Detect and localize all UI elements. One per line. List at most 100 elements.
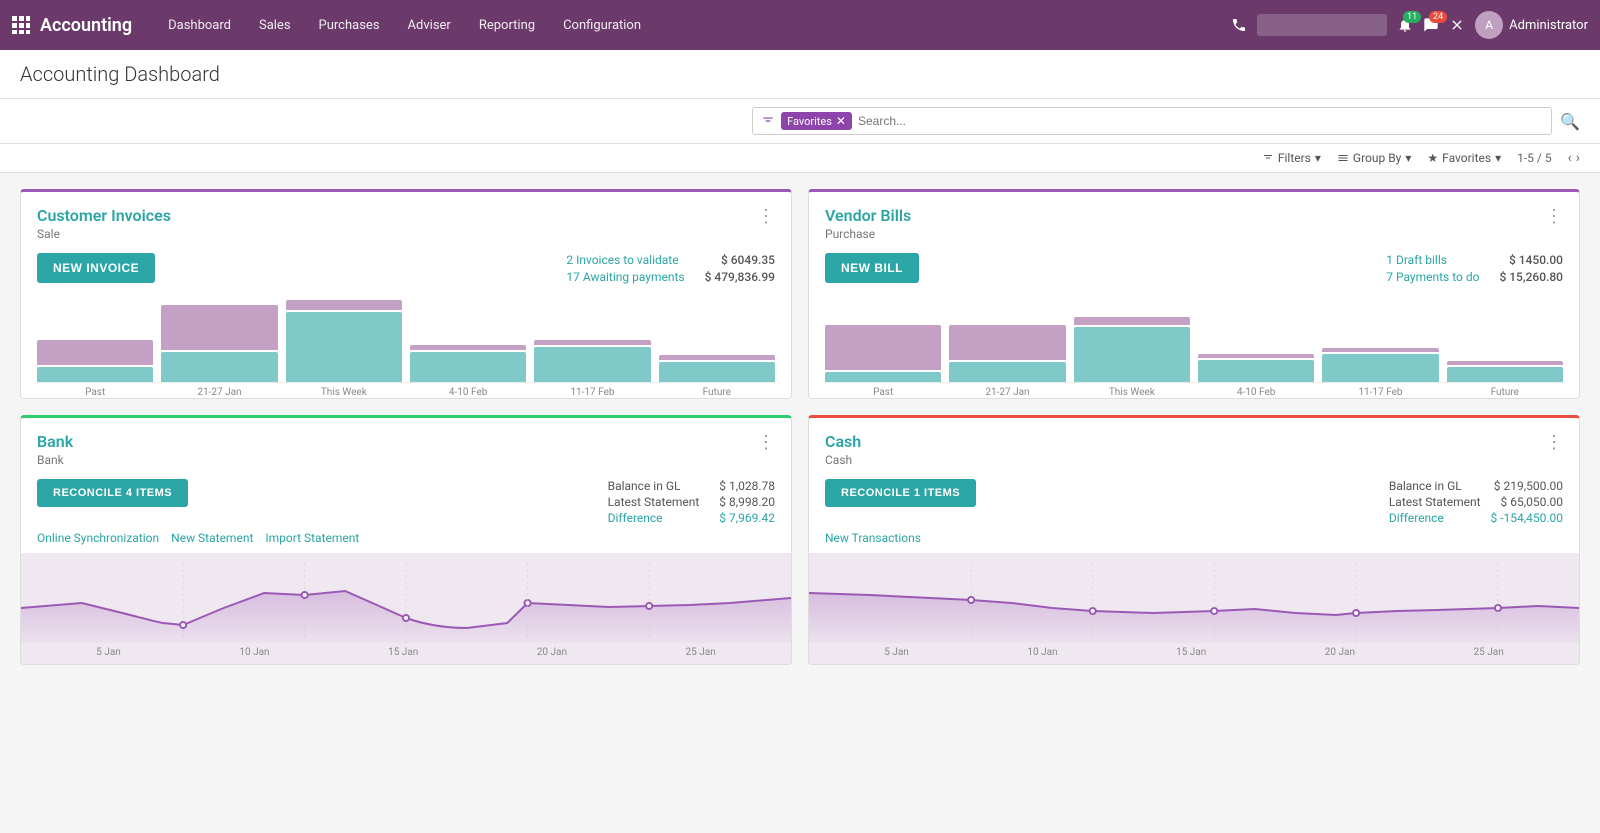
next-page-btn[interactable]: › — [1576, 150, 1580, 166]
cash-statement-row: Latest Statement $ 65,050.00 — [1389, 495, 1563, 509]
menu-configuration[interactable]: Configuration — [551, 12, 653, 39]
cash-label-10jan: 10 Jan — [1027, 647, 1057, 658]
vbar-1117-purple — [1322, 348, 1438, 352]
groupby-chevron: ▾ — [1405, 151, 1411, 165]
bank-link-sync[interactable]: Online Synchronization — [37, 531, 159, 545]
bank-balance-amount: $ 1,028.78 — [719, 479, 775, 493]
groupby-icon — [1337, 152, 1349, 164]
new-bill-btn[interactable]: NEW BILL — [825, 253, 919, 283]
chat-icon-btn[interactable]: 24 — [1423, 17, 1439, 33]
main-menu: Dashboard Sales Purchases Adviser Report… — [156, 12, 1231, 39]
customer-invoices-card: Customer Invoices Sale ⋮ NEW INVOICE 2 I… — [20, 189, 792, 399]
vbar-1117-teal — [1322, 354, 1438, 382]
vendor-bills-menu[interactable]: ⋮ — [1545, 206, 1563, 227]
vendor-bar-chart — [825, 292, 1563, 382]
menu-dashboard[interactable]: Dashboard — [156, 12, 243, 39]
bar-feb1-purple — [410, 345, 526, 350]
close-icon-btn[interactable] — [1449, 17, 1465, 33]
bar-label-past: Past — [37, 387, 153, 398]
invoice1-label[interactable]: 2 Invoices to validate — [566, 253, 678, 267]
bar-week-teal — [286, 312, 402, 382]
cash-action-row: RECONCILE 1 ITEMS Balance in GL $ 219,50… — [809, 467, 1579, 525]
star-icon: ★ — [1427, 151, 1438, 165]
bank-diff-amount: $ 7,969.42 — [719, 511, 775, 525]
filter-icon — [761, 114, 775, 128]
prev-page-btn[interactable]: ‹ — [1568, 150, 1572, 166]
bank-balance-info: Balance in GL $ 1,028.78 Latest Statemen… — [608, 479, 775, 525]
bill1-label[interactable]: 1 Draft bills — [1386, 253, 1447, 267]
customer-invoices-menu[interactable]: ⋮ — [757, 206, 775, 227]
favorites-filter-tag[interactable]: Favorites ✕ — [781, 112, 852, 130]
menu-reporting[interactable]: Reporting — [467, 12, 547, 39]
cash-label-5jan: 5 Jan — [884, 647, 909, 658]
cash-chart-labels: 5 Jan 10 Jan 15 Jan 20 Jan 25 Jan — [809, 647, 1579, 664]
cash-label-25jan: 25 Jan — [1474, 647, 1504, 658]
vbar-future — [1447, 361, 1563, 382]
admin-name: Administrator — [1509, 18, 1588, 33]
filter-tag-remove[interactable]: ✕ — [836, 114, 846, 128]
vendor-bills-card: Vendor Bills Purchase ⋮ NEW BILL 1 Draft… — [808, 189, 1580, 399]
vendor-bills-title: Vendor Bills — [825, 206, 911, 225]
search-submit-icon[interactable]: 🔍 — [1560, 112, 1580, 131]
chat-badge: 24 — [1429, 11, 1447, 23]
cash-title: Cash — [825, 432, 861, 451]
vbar-label-jan: 21-27 Jan — [949, 387, 1065, 398]
reconcile-bank-btn[interactable]: RECONCILE 4 ITEMS — [37, 479, 188, 507]
topnav-search[interactable] — [1257, 14, 1387, 36]
bill2-label[interactable]: 7 Payments to do — [1386, 270, 1479, 284]
vbar-label-past: Past — [825, 387, 941, 398]
bank-link-new-stmt[interactable]: New Statement — [171, 531, 253, 545]
bar-jan2127 — [161, 305, 277, 382]
vbar-week-purple — [1074, 317, 1190, 325]
menu-adviser[interactable]: Adviser — [396, 12, 463, 39]
bank-label-15jan: 15 Jan — [388, 647, 418, 658]
new-invoice-btn[interactable]: NEW INVOICE — [37, 253, 155, 283]
invoice2-label[interactable]: 17 Awaiting payments — [566, 270, 684, 284]
reconcile-cash-btn[interactable]: RECONCILE 1 ITEMS — [825, 479, 976, 507]
filters-label: Filters — [1278, 151, 1311, 165]
avatar: A — [1475, 11, 1503, 39]
vendor-bills-header: Vendor Bills Purchase ⋮ — [809, 192, 1579, 241]
filter-ctrl-icon — [1262, 152, 1274, 164]
admin-avatar[interactable]: A Administrator — [1475, 11, 1588, 39]
vbar-past-purple — [825, 325, 941, 370]
favorites-ctrl-btn[interactable]: ★ Favorites ▾ — [1427, 151, 1501, 165]
cash-line-chart: 5 Jan 10 Jan 15 Jan 20 Jan 25 Jan — [809, 553, 1579, 664]
bank-balance-label: Balance in GL — [608, 479, 681, 493]
vbar-1117 — [1322, 348, 1438, 382]
menu-sales[interactable]: Sales — [247, 12, 303, 39]
bank-statement-row: Latest Statement $ 8,998.20 — [608, 495, 775, 509]
cash-diff-row: Difference $ -154,450.00 — [1389, 511, 1563, 525]
vbar-past-teal — [825, 372, 941, 382]
bank-link-import[interactable]: Import Statement — [265, 531, 359, 545]
topnav-right: 11 24 A Administrator — [1231, 11, 1588, 39]
bank-line-chart: 5 Jan 10 Jan 15 Jan 20 Jan 25 Jan — [21, 553, 791, 664]
bar-future-teal — [659, 362, 775, 382]
customer-invoices-header: Customer Invoices Sale ⋮ — [21, 192, 791, 241]
grid-menu-icon[interactable] — [12, 16, 30, 34]
cash-link-transactions[interactable]: New Transactions — [825, 531, 921, 545]
bar-feb1-teal — [410, 352, 526, 382]
vendor-bills-action-row: NEW BILL 1 Draft bills $ 1450.00 7 Payme… — [809, 241, 1579, 284]
groupby-btn[interactable]: Group By ▾ — [1337, 151, 1411, 165]
menu-purchases[interactable]: Purchases — [307, 12, 392, 39]
top-navigation: Accounting Dashboard Sales Purchases Adv… — [0, 0, 1600, 50]
notification-badge: 11 — [1403, 11, 1421, 23]
bank-statement-amount: $ 8,998.20 — [719, 495, 775, 509]
phone-icon-btn[interactable] — [1231, 17, 1247, 33]
bank-balance-row: Balance in GL $ 1,028.78 — [608, 479, 775, 493]
vbar-week — [1074, 317, 1190, 382]
vendor-bills-subtitle: Purchase — [825, 227, 911, 241]
bar-label-jan: 21-27 Jan — [161, 387, 277, 398]
notifications-icon-btn[interactable]: 11 — [1397, 17, 1413, 33]
filters-btn[interactable]: Filters ▾ — [1262, 151, 1321, 165]
bill-row-2: 7 Payments to do $ 15,260.80 — [1386, 270, 1563, 284]
bank-subtitle: Bank — [37, 453, 73, 467]
bank-label-5jan: 5 Jan — [96, 647, 121, 658]
search-input[interactable] — [858, 114, 1543, 128]
cash-card: Cash Cash ⋮ RECONCILE 1 ITEMS Balance in… — [808, 415, 1580, 665]
cash-menu[interactable]: ⋮ — [1545, 432, 1563, 453]
customer-invoices-chart: Past 21-27 Jan This Week 4-10 Feb 11-17 … — [21, 284, 791, 398]
page-title: Accounting Dashboard — [20, 62, 1580, 86]
bank-menu[interactable]: ⋮ — [757, 432, 775, 453]
